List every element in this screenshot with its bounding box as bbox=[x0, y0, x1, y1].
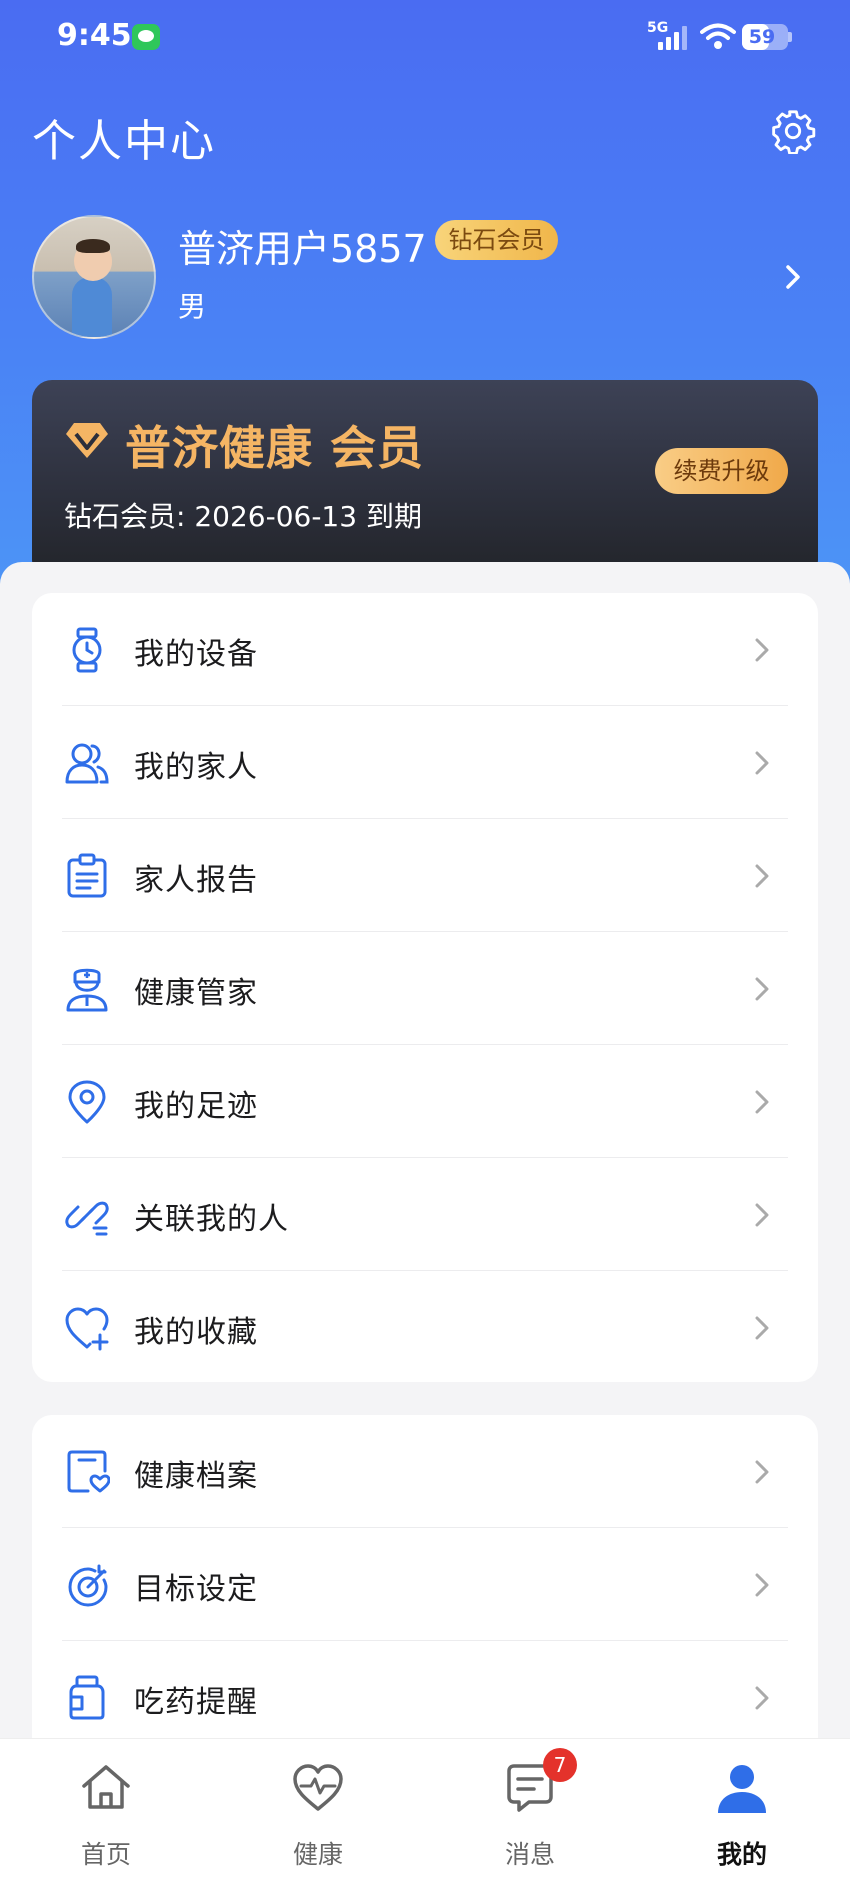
battery-level: 59 bbox=[748, 26, 776, 48]
heart-pulse-icon bbox=[293, 1764, 343, 1811]
user-name[interactable]: 普济用户5857 bbox=[178, 218, 427, 273]
menu-item-my-devices[interactable]: 我的设备 bbox=[32, 593, 818, 706]
menu-item-my-family[interactable]: 我的家人 bbox=[32, 706, 818, 819]
gear-icon[interactable] bbox=[770, 108, 816, 154]
chevron-right-icon[interactable] bbox=[783, 262, 805, 292]
menu-item-label: 吃药提醒 bbox=[134, 1685, 258, 1720]
tab-label: 消息 bbox=[504, 1840, 555, 1869]
menu-item-health-butler[interactable]: 健康管家 bbox=[32, 932, 818, 1045]
renew-upgrade-button[interactable]: 续费升级 bbox=[655, 448, 788, 494]
menu-item-label: 关联我的人 bbox=[134, 1202, 289, 1237]
tab-label: 健康 bbox=[292, 1840, 343, 1869]
chevron-right-icon bbox=[755, 1203, 769, 1227]
target-icon bbox=[68, 1564, 108, 1607]
heart-plus-icon bbox=[65, 1307, 109, 1351]
menu-item-health-record[interactable]: 健康档案 bbox=[32, 1415, 818, 1528]
tab-messages[interactable]: 消息 bbox=[424, 1739, 636, 1889]
menu-item-label: 家人报告 bbox=[134, 863, 258, 898]
menu-item-my-favorites[interactable]: 我的收藏 bbox=[32, 1271, 818, 1384]
chevron-right-icon bbox=[755, 1090, 769, 1114]
chevron-right-icon bbox=[755, 1460, 769, 1484]
pill-bottle-icon bbox=[69, 1675, 105, 1720]
tab-home[interactable]: 首页 bbox=[0, 1739, 212, 1889]
doctor-icon bbox=[66, 968, 108, 1012]
clipboard-icon bbox=[67, 853, 107, 898]
chevron-right-icon bbox=[755, 1686, 769, 1710]
chevron-right-icon bbox=[755, 638, 769, 662]
menu-item-linked-people[interactable]: 关联我的人 bbox=[32, 1158, 818, 1271]
menu-item-my-footprints[interactable]: 我的足迹 bbox=[32, 1045, 818, 1158]
avatar-figure-body bbox=[72, 277, 112, 337]
tab-label: 我的 bbox=[716, 1840, 767, 1869]
health-record-icon bbox=[67, 1450, 110, 1493]
menu-item-goal-setting[interactable]: 目标设定 bbox=[32, 1528, 818, 1641]
diamond-icon bbox=[66, 423, 108, 458]
chevron-right-icon bbox=[755, 751, 769, 775]
menu-item-label: 我的足迹 bbox=[134, 1089, 258, 1124]
chevron-right-icon bbox=[755, 977, 769, 1001]
chat-notification-icon bbox=[132, 24, 160, 50]
avatar[interactable] bbox=[32, 215, 156, 339]
home-icon bbox=[82, 1765, 130, 1809]
tab-mine[interactable]: 我的 bbox=[636, 1739, 848, 1889]
menu-item-label: 健康管家 bbox=[134, 976, 258, 1011]
menu-item-label: 我的收藏 bbox=[134, 1315, 258, 1350]
menu-card-primary: 我的设备 我的家人 家人报告 健康管家 我的足迹 关联我的人 我的收藏 bbox=[32, 593, 818, 1382]
battery-tip bbox=[788, 32, 792, 42]
membership-title: 普济健康 会员 bbox=[125, 421, 425, 475]
page-title: 个人中心 bbox=[32, 116, 216, 167]
user-gender: 男 bbox=[178, 290, 207, 323]
message-count-badge: 7 bbox=[543, 1748, 577, 1782]
link-icon bbox=[65, 1201, 109, 1236]
menu-item-label: 我的设备 bbox=[134, 637, 258, 672]
membership-expiry: 钻石会员: 2026-06-13 到期 bbox=[64, 500, 422, 533]
tab-label: 首页 bbox=[80, 1840, 131, 1869]
menu-item-label: 健康档案 bbox=[134, 1459, 258, 1494]
menu-item-family-report[interactable]: 家人报告 bbox=[32, 819, 818, 932]
battery-icon: 59 bbox=[742, 24, 788, 50]
chevron-right-icon bbox=[755, 1316, 769, 1340]
status-bar: 9:45 5G 59 bbox=[0, 0, 850, 76]
status-time: 9:45 bbox=[57, 18, 132, 53]
member-level-badge: 钻石会员 bbox=[435, 220, 558, 260]
menu-item-label: 我的家人 bbox=[134, 750, 258, 785]
menu-card-secondary: 健康档案 目标设定 吃药提醒 bbox=[32, 1415, 818, 1775]
tab-health[interactable]: 健康 bbox=[212, 1739, 424, 1889]
family-icon bbox=[65, 743, 109, 784]
signal-icon bbox=[658, 26, 690, 50]
wifi-icon bbox=[700, 23, 736, 49]
avatar-figure-hair bbox=[76, 239, 110, 253]
user-icon bbox=[718, 1765, 766, 1813]
menu-item-label: 目标设定 bbox=[134, 1572, 258, 1607]
bottom-tab-bar: 首页 健康 消息 我的 bbox=[0, 1738, 850, 1889]
chevron-right-icon bbox=[755, 1573, 769, 1597]
watch-icon bbox=[72, 627, 102, 673]
location-pin-icon bbox=[68, 1080, 106, 1124]
chevron-right-icon bbox=[755, 864, 769, 888]
